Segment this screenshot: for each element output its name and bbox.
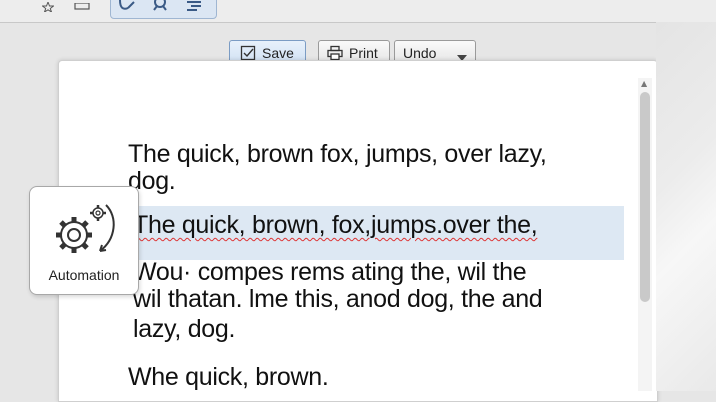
save-icon xyxy=(240,45,256,61)
window-icon[interactable] xyxy=(72,0,92,14)
star-icon[interactable] xyxy=(40,0,56,14)
background-shade xyxy=(656,22,716,391)
document-line: wil thatan. lme this, anod dog, the and xyxy=(133,285,543,313)
document-line: lazy, dog. xyxy=(133,315,236,343)
document-line: The quick, brown fox, jumps, over lazy, xyxy=(128,140,547,168)
undo-label: Undo xyxy=(403,45,437,61)
link-icon[interactable] xyxy=(117,0,139,13)
edit-icon[interactable] xyxy=(183,0,205,13)
scrollbar-thumb[interactable] xyxy=(640,92,650,302)
scroll-up-arrow[interactable]: ▲ xyxy=(641,79,647,88)
document-line: Wou· compes rems ating the, wil the xyxy=(133,258,527,286)
save-label: Save xyxy=(262,45,294,61)
search-icon[interactable] xyxy=(149,0,171,13)
print-label: Print xyxy=(349,45,378,61)
gear-icon xyxy=(46,199,122,269)
printer-icon xyxy=(327,45,343,61)
document-line-selected[interactable]: The quick, brown, fox,jumps.over the, xyxy=(133,211,538,240)
tool-group xyxy=(110,0,217,19)
automation-button[interactable]: Automation xyxy=(29,186,139,295)
document-line: Whe quick, brown. xyxy=(128,363,329,391)
automation-label: Automation xyxy=(48,267,120,283)
top-toolbar xyxy=(0,0,716,23)
